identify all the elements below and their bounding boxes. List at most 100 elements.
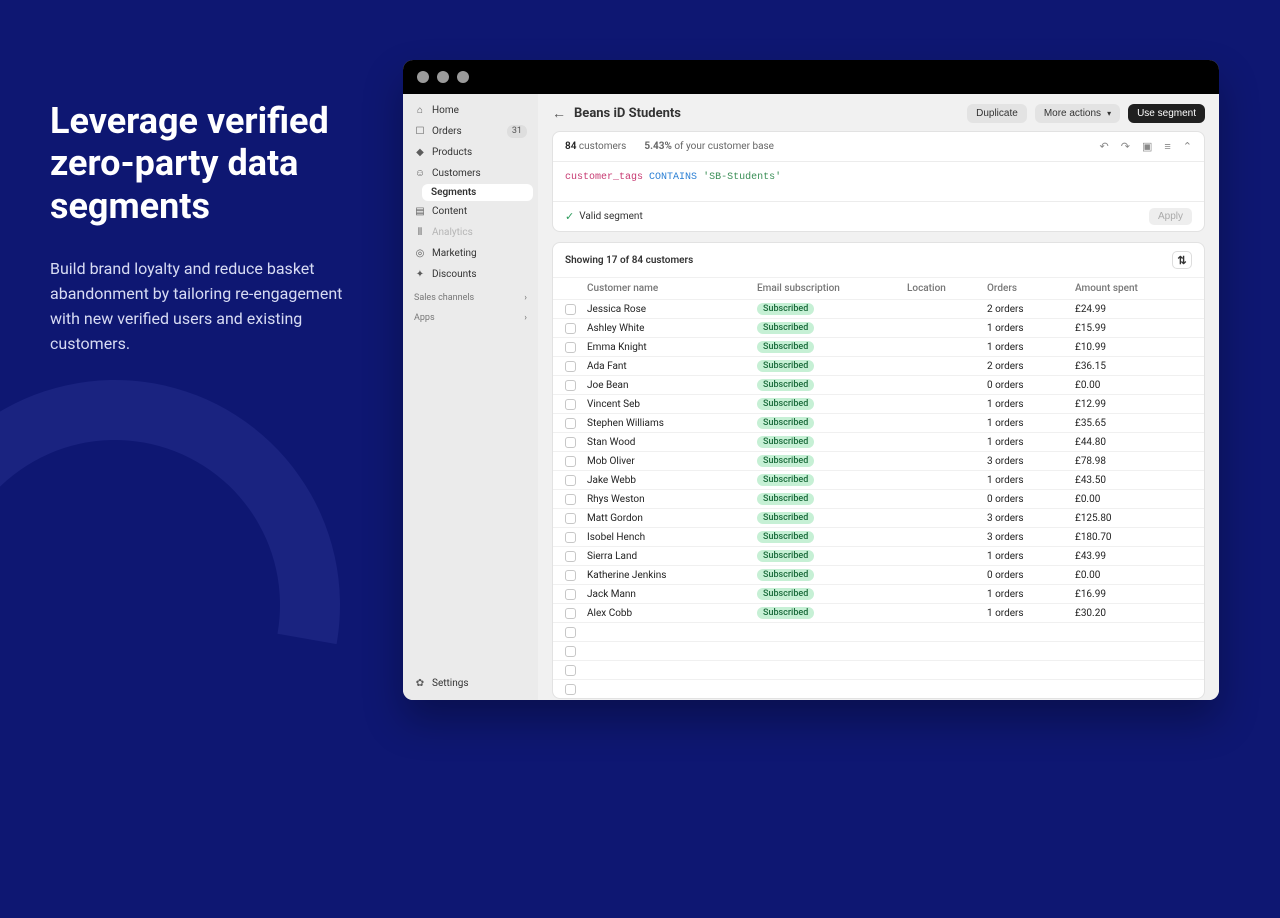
cell-amount: £78.98 [1075,456,1185,467]
cell-email: Subscribed [757,341,907,353]
table-row[interactable]: Emma KnightSubscribed1 orders£10.99 [553,337,1204,356]
sort-icon[interactable]: ⇅ [1172,251,1192,269]
traffic-light-minimize[interactable] [437,71,449,83]
chevron-up-icon[interactable]: ⌃ [1183,140,1192,153]
nav-marketing[interactable]: ◎Marketing [408,243,533,264]
cell-email: Subscribed [757,474,907,486]
row-checkbox[interactable] [565,627,576,638]
row-checkbox[interactable] [565,532,576,543]
cell-name: Sierra Land [587,551,757,562]
row-checkbox[interactable] [565,589,576,600]
apply-button[interactable]: Apply [1149,208,1192,225]
more-actions-button[interactable]: More actions [1035,104,1120,123]
cell-email: Subscribed [757,360,907,372]
table-row[interactable]: Vincent SebSubscribed1 orders£12.99 [553,394,1204,413]
col-amount[interactable]: Amount spent [1075,283,1185,294]
row-checkbox[interactable] [565,380,576,391]
nav-products-label: Products [432,145,472,160]
nav-segments-label: Segments [431,187,476,198]
table-row[interactable]: Joe BeanSubscribed0 orders£0.00 [553,375,1204,394]
nav-sales-channels[interactable]: Sales channels› [408,285,533,305]
row-checkbox[interactable] [565,323,576,334]
redo-icon[interactable]: ↷ [1121,140,1130,153]
undo-icon[interactable]: ↶ [1100,140,1109,153]
nav-apps[interactable]: Apps› [408,305,533,325]
row-checkbox[interactable] [565,399,576,410]
duplicate-button[interactable]: Duplicate [967,104,1027,123]
subscribed-badge: Subscribed [757,550,814,562]
nav-home[interactable]: ⌂Home [408,100,533,121]
table-row[interactable]: Stan WoodSubscribed1 orders£44.80 [553,432,1204,451]
subscribed-badge: Subscribed [757,512,814,524]
cell-email: Subscribed [757,569,907,581]
person-icon: ☺ [414,166,426,181]
cell-amount: £44.80 [1075,437,1185,448]
cell-amount: £35.65 [1075,418,1185,429]
table-row[interactable]: Mob OliverSubscribed3 orders£78.98 [553,451,1204,470]
subscribed-badge: Subscribed [757,588,814,600]
cell-name: Matt Gordon [587,513,757,524]
row-checkbox[interactable] [565,513,576,524]
table-row-empty [553,622,1204,641]
row-checkbox[interactable] [565,437,576,448]
cell-amount: £36.15 [1075,361,1185,372]
row-checkbox[interactable] [565,475,576,486]
back-arrow-icon[interactable]: ← [552,105,566,122]
nav-settings[interactable]: ✿Settings [408,673,533,694]
table-row[interactable]: Rhys WestonSubscribed0 orders£0.00 [553,489,1204,508]
use-segment-button[interactable]: Use segment [1128,104,1205,123]
customer-percent: 5.43% of your customer base [644,141,774,152]
table-row[interactable]: Jessica RoseSubscribed2 orders£24.99 [553,299,1204,318]
table-row[interactable]: Isobel HenchSubscribed3 orders£180.70 [553,527,1204,546]
row-checkbox[interactable] [565,494,576,505]
orders-icon: ☐ [414,124,426,139]
traffic-light-close[interactable] [417,71,429,83]
nav-customers-label: Customers [432,166,481,181]
traffic-light-zoom[interactable] [457,71,469,83]
table-row[interactable]: Jake WebbSubscribed1 orders£43.50 [553,470,1204,489]
row-checkbox[interactable] [565,608,576,619]
row-checkbox[interactable] [565,456,576,467]
cell-name: Stephen Williams [587,418,757,429]
template-icon[interactable]: ▣ [1142,140,1152,153]
query-card: 84 customers 5.43% of your customer base… [552,131,1205,232]
query-field: customer_tags [565,172,643,183]
row-checkbox[interactable] [565,551,576,562]
nav-content[interactable]: ▤Content [408,201,533,222]
table-row[interactable]: Ashley WhiteSubscribed1 orders£15.99 [553,318,1204,337]
marketing-copy: Leverage verified zero-party data segmen… [50,100,360,357]
nav-orders[interactable]: ☐Orders31 [408,121,533,142]
row-checkbox[interactable] [565,418,576,429]
cell-name: Mob Oliver [587,456,757,467]
table-row[interactable]: Katherine JenkinsSubscribed0 orders£0.00 [553,565,1204,584]
col-location[interactable]: Location [907,283,987,294]
col-name[interactable]: Customer name [587,283,757,294]
table-row[interactable]: Stephen WilliamsSubscribed1 orders£35.65 [553,413,1204,432]
cell-name: Jake Webb [587,475,757,486]
col-email[interactable]: Email subscription [757,283,907,294]
row-checkbox[interactable] [565,304,576,315]
row-checkbox[interactable] [565,342,576,353]
row-checkbox[interactable] [565,665,576,676]
filter-icon[interactable]: ≡ [1164,140,1170,153]
nav-analytics[interactable]: ⫴Analytics [408,222,533,243]
table-row[interactable]: Jack MannSubscribed1 orders£16.99 [553,584,1204,603]
nav-customers[interactable]: ☺ Customers [408,163,533,184]
row-checkbox[interactable] [565,570,576,581]
table-row-empty [553,660,1204,679]
query-editor[interactable]: customer_tags CONTAINS 'SB-Students' [553,162,1204,201]
nav-discounts[interactable]: ✦Discounts [408,264,533,285]
query-summary: 84 customers 5.43% of your customer base… [553,132,1204,162]
nav-segments[interactable]: Segments [422,184,533,201]
row-checkbox[interactable] [565,646,576,657]
table-row[interactable]: Alex CobbSubscribed1 orders£30.20 [553,603,1204,622]
table-row[interactable]: Matt GordonSubscribed3 orders£125.80 [553,508,1204,527]
col-orders[interactable]: Orders [987,283,1075,294]
row-checkbox[interactable] [565,361,576,372]
table-row[interactable]: Sierra LandSubscribed1 orders£43.99 [553,546,1204,565]
row-checkbox[interactable] [565,684,576,695]
cell-orders: 3 orders [987,513,1075,524]
cell-amount: £15.99 [1075,323,1185,334]
table-row[interactable]: Ada FantSubscribed2 orders£36.15 [553,356,1204,375]
nav-products[interactable]: ◆Products [408,142,533,163]
